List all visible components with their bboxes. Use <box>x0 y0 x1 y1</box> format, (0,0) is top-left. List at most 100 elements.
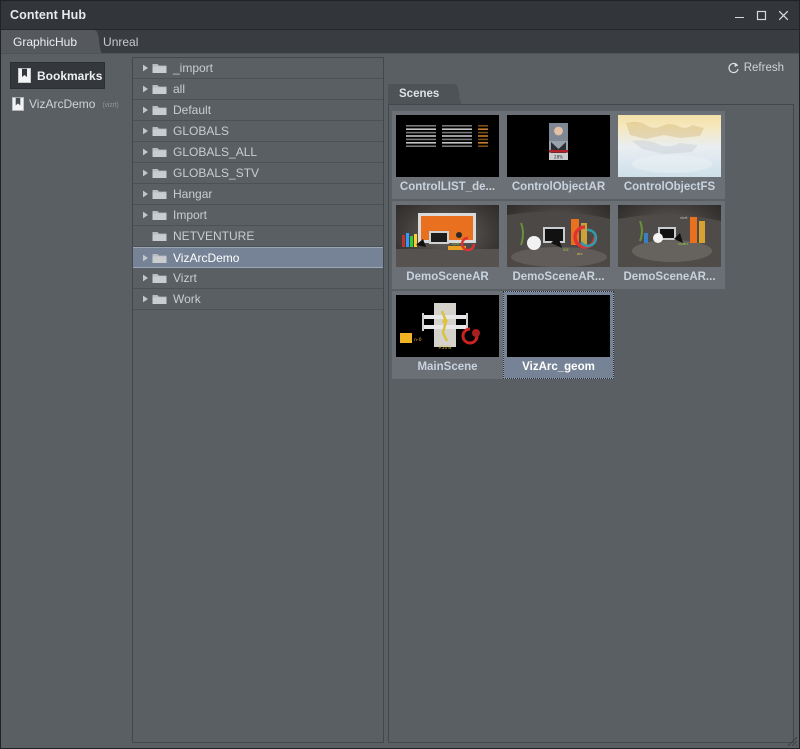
tree-item--import[interactable]: _import <box>133 58 383 79</box>
tree-item-all[interactable]: all <box>133 79 383 100</box>
tree-item-vizrt[interactable]: Vizrt <box>133 268 383 289</box>
tree-empty-row <box>133 478 383 499</box>
folder-icon <box>152 83 170 95</box>
scene-thumbnail-label: ControlObjectAR <box>512 179 605 195</box>
scene-thumbnail-label: DemoSceneAR... <box>623 269 715 285</box>
refresh-button[interactable]: Refresh <box>721 58 790 78</box>
tab-unreal-label: Unreal <box>103 35 138 49</box>
bookmarks-button[interactable]: Bookmarks <box>10 62 105 89</box>
maximize-button[interactable] <box>751 5 771 25</box>
folder-icon <box>152 272 170 284</box>
bookmarks-panel: Bookmarks VizArcDemo (vizrt) <box>1 54 132 748</box>
bookmark-item-vizarcdemo[interactable]: VizArcDemo (vizrt) <box>1 94 132 114</box>
svg-text:#50%: #50% <box>438 345 451 351</box>
scene-thumbnail[interactable]: viz arc DemoSceneAR... <box>503 201 614 289</box>
tree-item-label: GLOBALS <box>170 124 229 138</box>
scene-thumbnail-label: ControlLIST_de... <box>400 179 495 195</box>
tree-empty-row <box>133 667 383 688</box>
minimize-button[interactable] <box>729 5 749 25</box>
tree-empty-row <box>133 394 383 415</box>
tab-graphichub[interactable]: GraphicHub <box>1 30 93 53</box>
expand-arrow-icon[interactable] <box>138 85 152 93</box>
tree-item-import[interactable]: Import <box>133 205 383 226</box>
folder-icon <box>152 209 170 221</box>
svg-text:arc: arc <box>577 252 583 256</box>
tree-empty-row <box>133 625 383 646</box>
tree-empty-row <box>133 331 383 352</box>
tab-graphichub-label: GraphicHub <box>13 35 77 49</box>
tree-item-label: NETVENTURE <box>170 229 254 243</box>
tree-item-default[interactable]: Default <box>133 100 383 121</box>
tree-item-vizarcdemo[interactable]: VizArcDemo <box>133 247 383 268</box>
scene-thumbnail[interactable]: ControlLIST_de... <box>392 111 503 199</box>
tree-item-globals-stv[interactable]: GLOBALS_STV <box>133 163 383 184</box>
folder-icon <box>152 252 170 264</box>
tree-item-label: Import <box>170 208 207 222</box>
svg-text:28%: 28% <box>554 155 563 160</box>
tab-scenes[interactable]: Scenes <box>388 84 453 104</box>
expand-arrow-icon[interactable] <box>138 169 152 177</box>
svg-text:vizrt: vizrt <box>680 216 688 220</box>
expand-arrow-icon[interactable] <box>138 274 152 282</box>
folder-tree-list[interactable]: _importallDefault GLOBALS GLOBALS_ALL GLOBA… <box>133 58 383 742</box>
tree-item-label: GLOBALS_ALL <box>170 145 257 159</box>
tree-item-globals-all[interactable]: GLOBALS_ALL <box>133 142 383 163</box>
tree-item-label: Hangar <box>170 187 212 201</box>
tree-empty-row <box>133 352 383 373</box>
scene-thumbnail[interactable]: VizArc_geom <box>503 291 614 379</box>
content-hub-window: Content Hub GraphicHub Unreal <box>0 0 800 749</box>
tree-empty-row <box>133 499 383 520</box>
svg-text:viz: viz <box>563 247 569 252</box>
refresh-icon <box>727 62 740 75</box>
tree-empty-row <box>133 646 383 667</box>
svg-text:n-0: n-0 <box>414 337 422 343</box>
tree-empty-row <box>133 583 383 604</box>
expand-arrow-icon[interactable] <box>138 64 152 72</box>
tree-item-hangar[interactable]: Hangar <box>133 184 383 205</box>
folder-icon <box>152 230 170 242</box>
refresh-button-label: Refresh <box>744 62 784 74</box>
tree-empty-row <box>133 436 383 457</box>
expand-arrow-icon[interactable] <box>138 254 152 262</box>
scene-thumbnail-label: VizArc_geom <box>522 359 595 375</box>
folder-icon <box>152 146 170 158</box>
bookmark-item-label: VizArcDemo <box>29 97 95 111</box>
tree-item-label: GLOBALS_STV <box>170 166 259 180</box>
scenes-panel: Refresh Scenes ControlLIST_de... 28% Con… <box>384 54 799 748</box>
folder-icon <box>152 125 170 137</box>
bookmarks-button-label: Bookmarks <box>37 69 102 83</box>
svg-text:vizrt: vizrt <box>452 242 460 246</box>
tree-item-work[interactable]: Work <box>133 289 383 310</box>
folder-icon <box>152 62 170 74</box>
scene-thumbnail[interactable]: 28% ControlObjectAR <box>503 111 614 199</box>
scene-thumbnail[interactable]: vizrt DemoSceneAR <box>392 201 503 289</box>
tree-empty-row <box>133 457 383 478</box>
title-bar: Content Hub <box>1 1 799 30</box>
tree-empty-row <box>133 562 383 583</box>
window-controls <box>729 1 793 29</box>
scenes-toolbar: Refresh <box>384 54 799 83</box>
expand-arrow-icon[interactable] <box>138 190 152 198</box>
scene-thumbnail[interactable]: vizrt vizarc DemoSceneAR... <box>614 201 725 289</box>
tab-scenes-label: Scenes <box>399 88 439 100</box>
scene-thumbnail[interactable]: ControlObjectFS <box>614 111 725 199</box>
scene-thumbnail-image: vizrt vizarc <box>618 205 721 267</box>
scene-thumbnail[interactable]: n-0 #50% MainScene <box>392 291 503 379</box>
tree-item-globals[interactable]: GLOBALS <box>133 121 383 142</box>
expand-arrow-icon[interactable] <box>138 148 152 156</box>
tree-empty-row <box>133 415 383 436</box>
close-button[interactable] <box>773 5 793 25</box>
folder-icon <box>152 167 170 179</box>
expand-arrow-icon[interactable] <box>138 295 152 303</box>
expand-arrow-icon[interactable] <box>138 106 152 114</box>
tree-empty-row <box>133 310 383 331</box>
main-tab-strip: GraphicHub Unreal <box>1 30 799 54</box>
expand-arrow-icon[interactable] <box>138 127 152 135</box>
scene-thumbnail-label: MainScene <box>417 359 477 375</box>
expand-arrow-icon[interactable] <box>138 211 152 219</box>
tree-item-netventure[interactable]: NETVENTURE <box>133 226 383 247</box>
scene-thumbnail-image: 28% <box>507 115 610 177</box>
scene-thumbnail-grid[interactable]: ControlLIST_de... 28% ControlObjectAR Co… <box>392 111 793 381</box>
bookmark-icon <box>18 68 31 83</box>
folder-tree-panel: _importallDefault GLOBALS GLOBALS_ALL GLOBA… <box>132 57 384 743</box>
